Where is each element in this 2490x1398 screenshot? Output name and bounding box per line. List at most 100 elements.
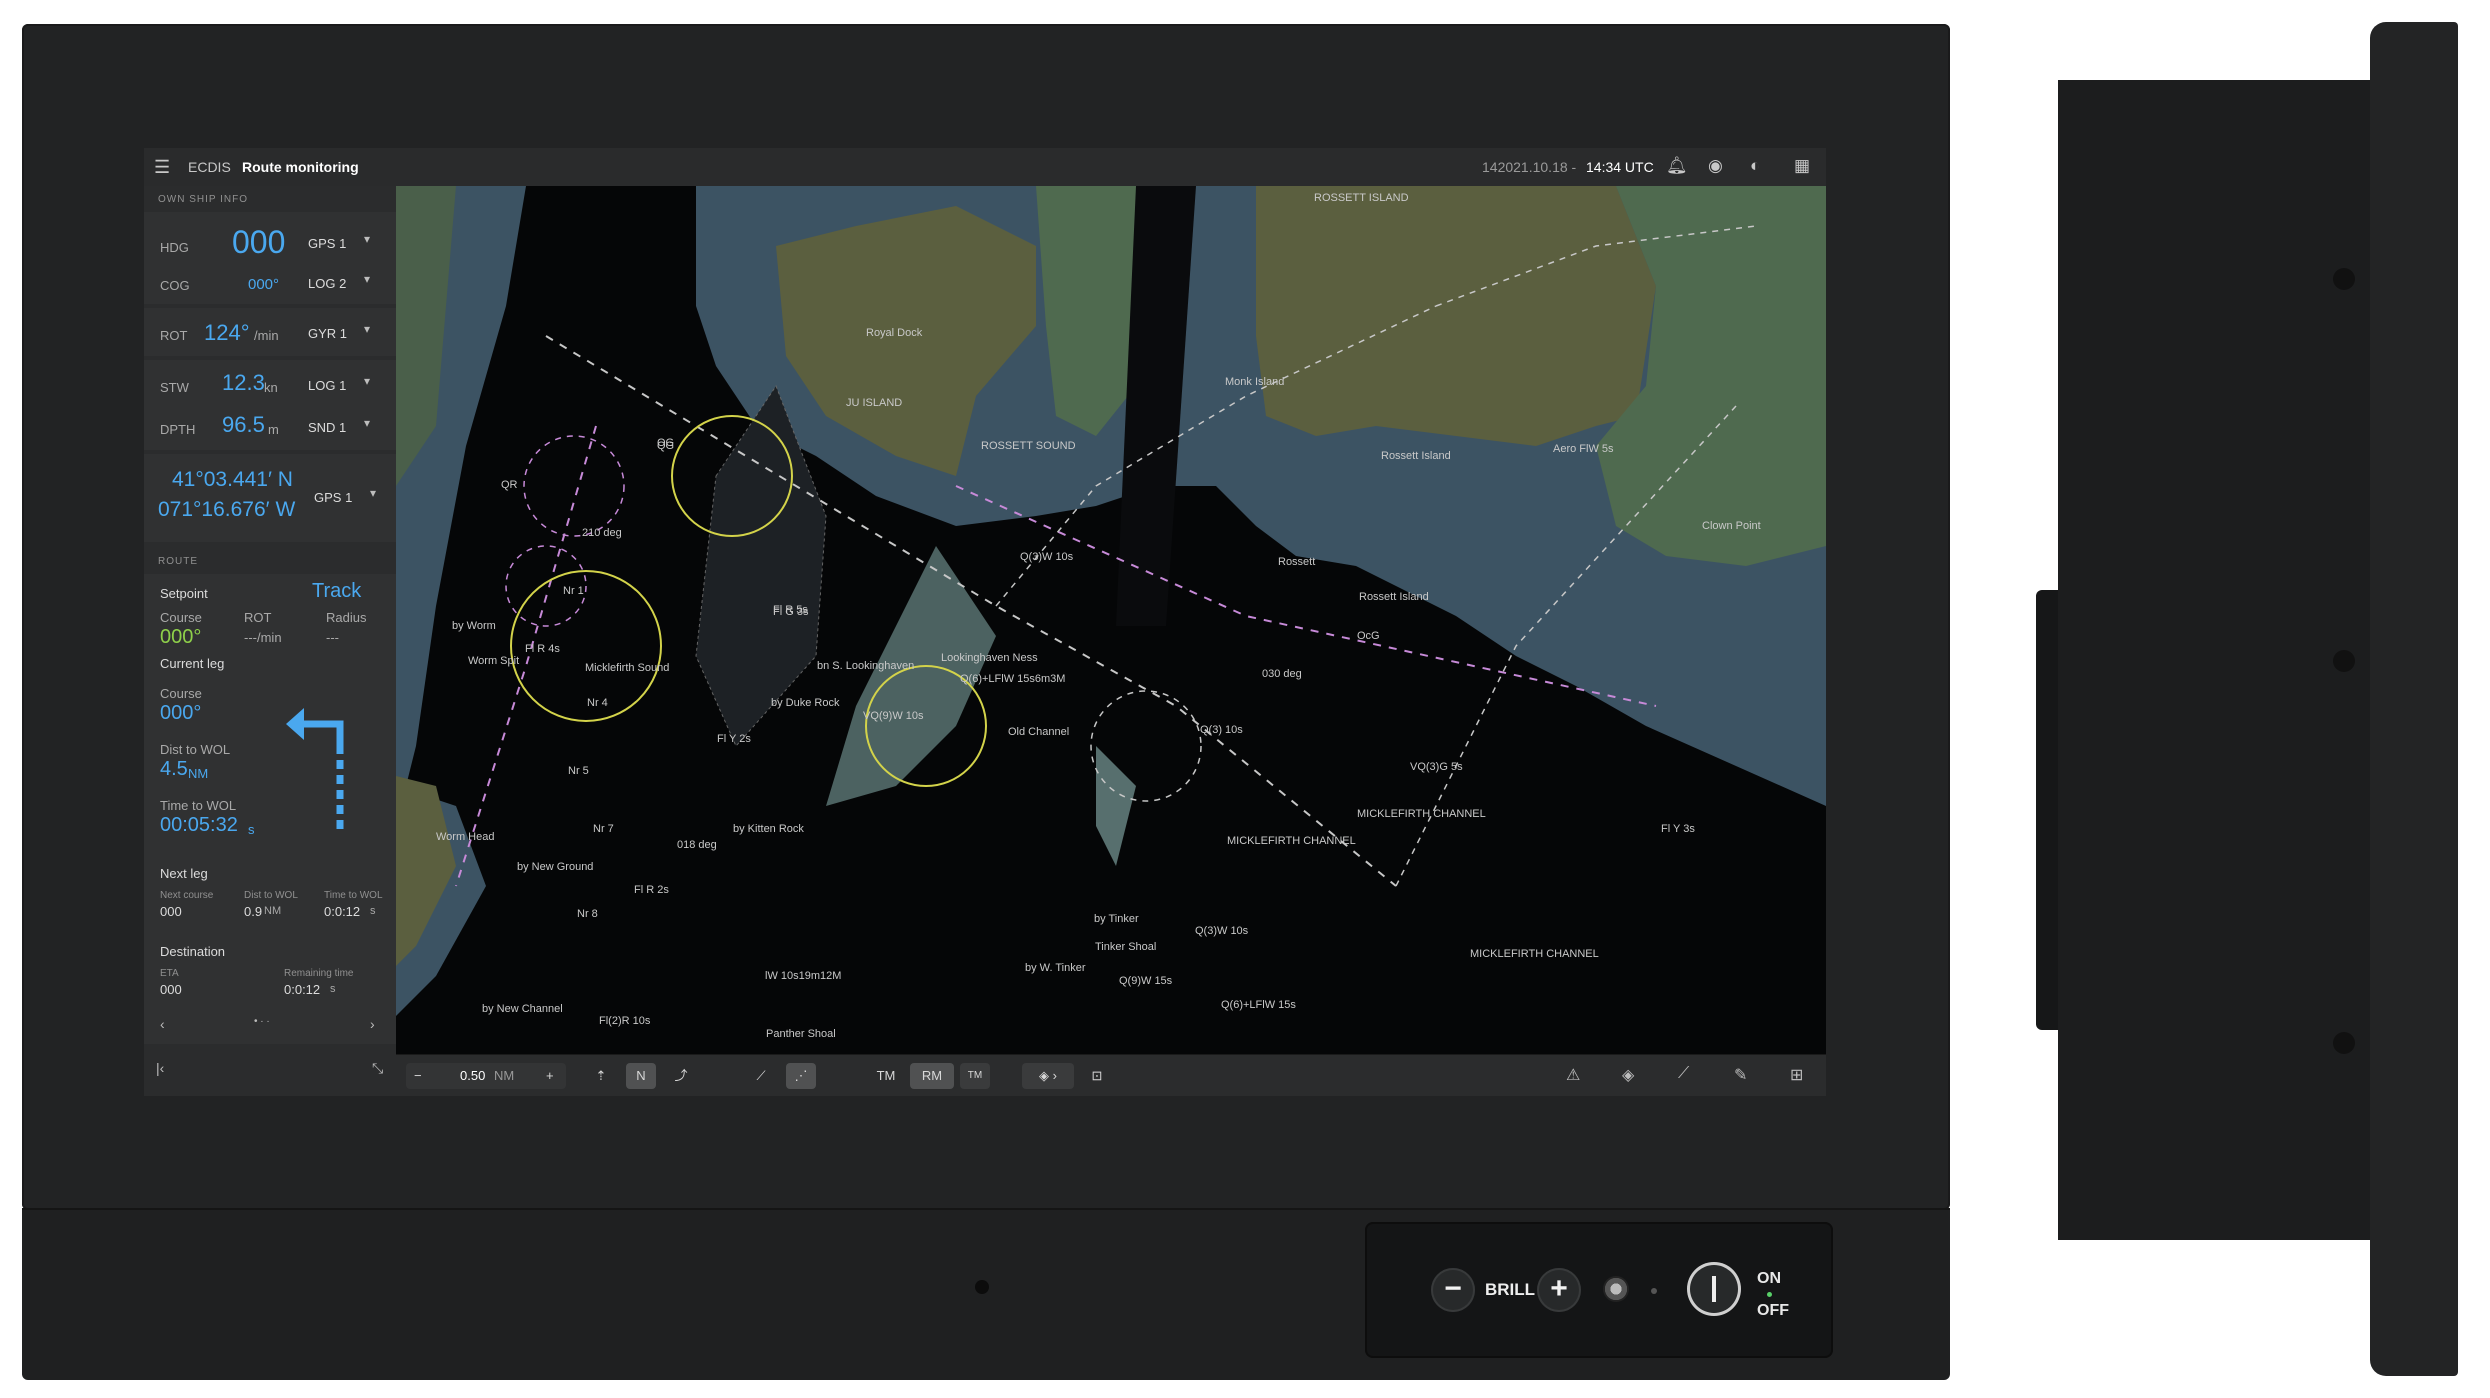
speed-depth-section: STW 12.3 kn LOG 1 ▾ DPTH 96.5 m SND 1 ▾: [144, 360, 396, 450]
power-led: [1767, 1292, 1772, 1297]
layers-menu-button[interactable]: ◈ ›: [1022, 1063, 1074, 1089]
tm-reset-button[interactable]: TM: [960, 1063, 990, 1089]
rot-section: ROT 124° /min GYR 1 ▾: [144, 308, 396, 356]
chart-label: 210 deg: [582, 527, 622, 539]
chart-label: Rossett Island: [1381, 450, 1451, 462]
zoom-in-button[interactable]: +: [546, 1063, 554, 1089]
chart-label: QG: [657, 440, 675, 452]
dist-to-wol-value: 4.5: [160, 758, 188, 780]
power-button[interactable]: [1687, 1262, 1741, 1316]
north-up-button[interactable]: N: [626, 1063, 656, 1089]
dpth-label: DPTH: [160, 422, 196, 437]
bell-icon[interactable]: 🔔︎: [1666, 156, 1688, 176]
chart-label: Nr 5: [568, 765, 589, 777]
next-dist-unit: NM: [264, 905, 282, 917]
trail-button[interactable]: ⋰: [786, 1063, 816, 1089]
chevron-down-icon[interactable]: ▾: [364, 232, 370, 246]
edit-icon[interactable]: ✎: [1734, 1065, 1747, 1085]
chart-label: by Tinker: [1094, 913, 1139, 925]
position-source-select[interactable]: GPS 1: [314, 490, 352, 505]
rm-button[interactable]: RM: [910, 1063, 954, 1089]
chart-label: Fl Y 2s: [717, 733, 751, 745]
side-screw: [2333, 268, 2355, 290]
chevron-down-icon[interactable]: ▾: [364, 416, 370, 430]
stw-source-select[interactable]: LOG 1: [308, 378, 346, 393]
chart-label: Nr 8: [577, 908, 598, 920]
utc-time: 14:34 UTC: [1586, 159, 1654, 175]
chart-label: Nr 1: [563, 585, 584, 597]
setpoint-rot-label: ROT: [244, 610, 272, 625]
north-up-left-button[interactable]: ⇡: [586, 1063, 616, 1089]
chart-label: Lookinghaven Ness: [941, 652, 1038, 664]
chart-label: MICKLEFIRTH CHANNEL: [1227, 835, 1356, 847]
chevron-down-icon[interactable]: ▾: [364, 374, 370, 388]
chart-label: MICKLEFIRTH CHANNEL: [1357, 808, 1486, 820]
chart-label: 018 deg: [677, 839, 717, 851]
chart-label: Rossett Island: [1359, 591, 1429, 603]
setpoint-course-label: Course: [160, 610, 202, 625]
chevron-left-icon[interactable]: ‹: [160, 1016, 165, 1032]
chart-label: Q(3)W 10s: [1195, 925, 1249, 937]
chart-label: Tinker Shoal: [1095, 941, 1157, 953]
layers-icon[interactable]: ◈: [1622, 1065, 1634, 1085]
hdg-source-select[interactable]: GPS 1: [308, 236, 346, 251]
rot-source-select[interactable]: GYR 1: [308, 326, 347, 341]
measure-icon[interactable]: ⟋: [1678, 1065, 1689, 1083]
brightness-increase-button[interactable]: +: [1537, 1268, 1581, 1312]
expand-panel-icon[interactable]: ⤡: [372, 1060, 383, 1077]
chart-label: by Worm: [452, 620, 496, 632]
stw-unit: kn: [264, 380, 278, 395]
chart-label: Fl R 4s: [525, 643, 560, 655]
next-course-label: Next course: [160, 890, 214, 901]
chevron-down-icon[interactable]: ▾: [370, 486, 376, 500]
brill-label: BRILL: [1485, 1280, 1536, 1299]
dpth-source-select[interactable]: SND 1: [308, 420, 346, 435]
position-section: 41°03.441′ N 071°16.676′ W GPS 1 ▾: [144, 454, 396, 542]
chart-settings-icon[interactable]: ⊞: [1790, 1065, 1803, 1085]
chart-label: Aero FlW 5s: [1553, 443, 1614, 455]
chart-label: Fl(2)R 10s: [599, 1015, 651, 1027]
chart-label: bn S. Lookinghaven: [817, 660, 915, 672]
chevron-down-icon[interactable]: ▾: [364, 322, 370, 336]
heading-section: HDG 000 GPS 1 ▾ COG 000° LOG 2 ▾: [144, 212, 396, 304]
tm-button[interactable]: TM: [866, 1063, 906, 1089]
course-up-button[interactable]: ⤴: [666, 1063, 696, 1089]
stw-value: 12.3: [222, 370, 265, 395]
brightness-decrease-button[interactable]: −: [1431, 1268, 1475, 1312]
hdg-value: 000: [232, 224, 286, 260]
warning-icon[interactable]: ⚠: [1566, 1065, 1580, 1085]
nautical-chart[interactable]: ROSSETT ISLAND Rossett Island Monk Island R…: [396, 186, 1826, 1054]
current-leg-label: Current leg: [160, 656, 225, 671]
remaining-time-value: 0:0:12: [284, 982, 321, 997]
chart-label: Q(3) 10s: [1200, 724, 1243, 736]
chart-label: Panther Shoal: [766, 1028, 836, 1040]
chart-label: Nr 7: [593, 823, 614, 835]
next-dist-label: Dist to WOL: [244, 890, 298, 901]
day-night-icon[interactable]: [1603, 1276, 1629, 1302]
chevron-down-icon[interactable]: ▾: [364, 272, 370, 286]
user-icon[interactable]: ◉: [1708, 156, 1723, 176]
menu-icon[interactable]: ☰: [154, 157, 170, 178]
chart-label: OcG: [1357, 630, 1380, 642]
on-label: ON: [1757, 1270, 1781, 1287]
chevron-right-icon[interactable]: ›: [370, 1016, 375, 1032]
rot-unit: /min: [254, 328, 279, 343]
chart-label: Old Channel: [1008, 726, 1070, 738]
apps-grid-icon[interactable]: ▦: [1794, 156, 1810, 176]
side-screw: [2333, 1032, 2355, 1054]
range-unit: NM: [494, 1068, 515, 1083]
off-label: OFF: [1757, 1302, 1789, 1319]
chart-label: Nr 4: [587, 697, 608, 709]
hardware-control-panel: − BRILL + ON OFF: [1365, 1222, 1833, 1358]
cog-source-select[interactable]: LOG 2: [308, 276, 346, 291]
collapse-panel-icon[interactable]: |‹: [156, 1060, 164, 1076]
setpoint-mode[interactable]: Track: [312, 580, 361, 603]
brightness-icon[interactable]: ◐: [1750, 156, 1760, 176]
chart-label: Rossett: [1278, 556, 1316, 568]
chart-screen-button[interactable]: ⊡: [1082, 1063, 1112, 1089]
range-value: 0.50: [460, 1068, 486, 1083]
vector-button[interactable]: ⟋: [746, 1063, 776, 1089]
zoom-out-button[interactable]: −: [414, 1063, 422, 1089]
rot-value: 124°: [204, 320, 250, 345]
setpoint-radius-value: ---: [326, 630, 339, 645]
